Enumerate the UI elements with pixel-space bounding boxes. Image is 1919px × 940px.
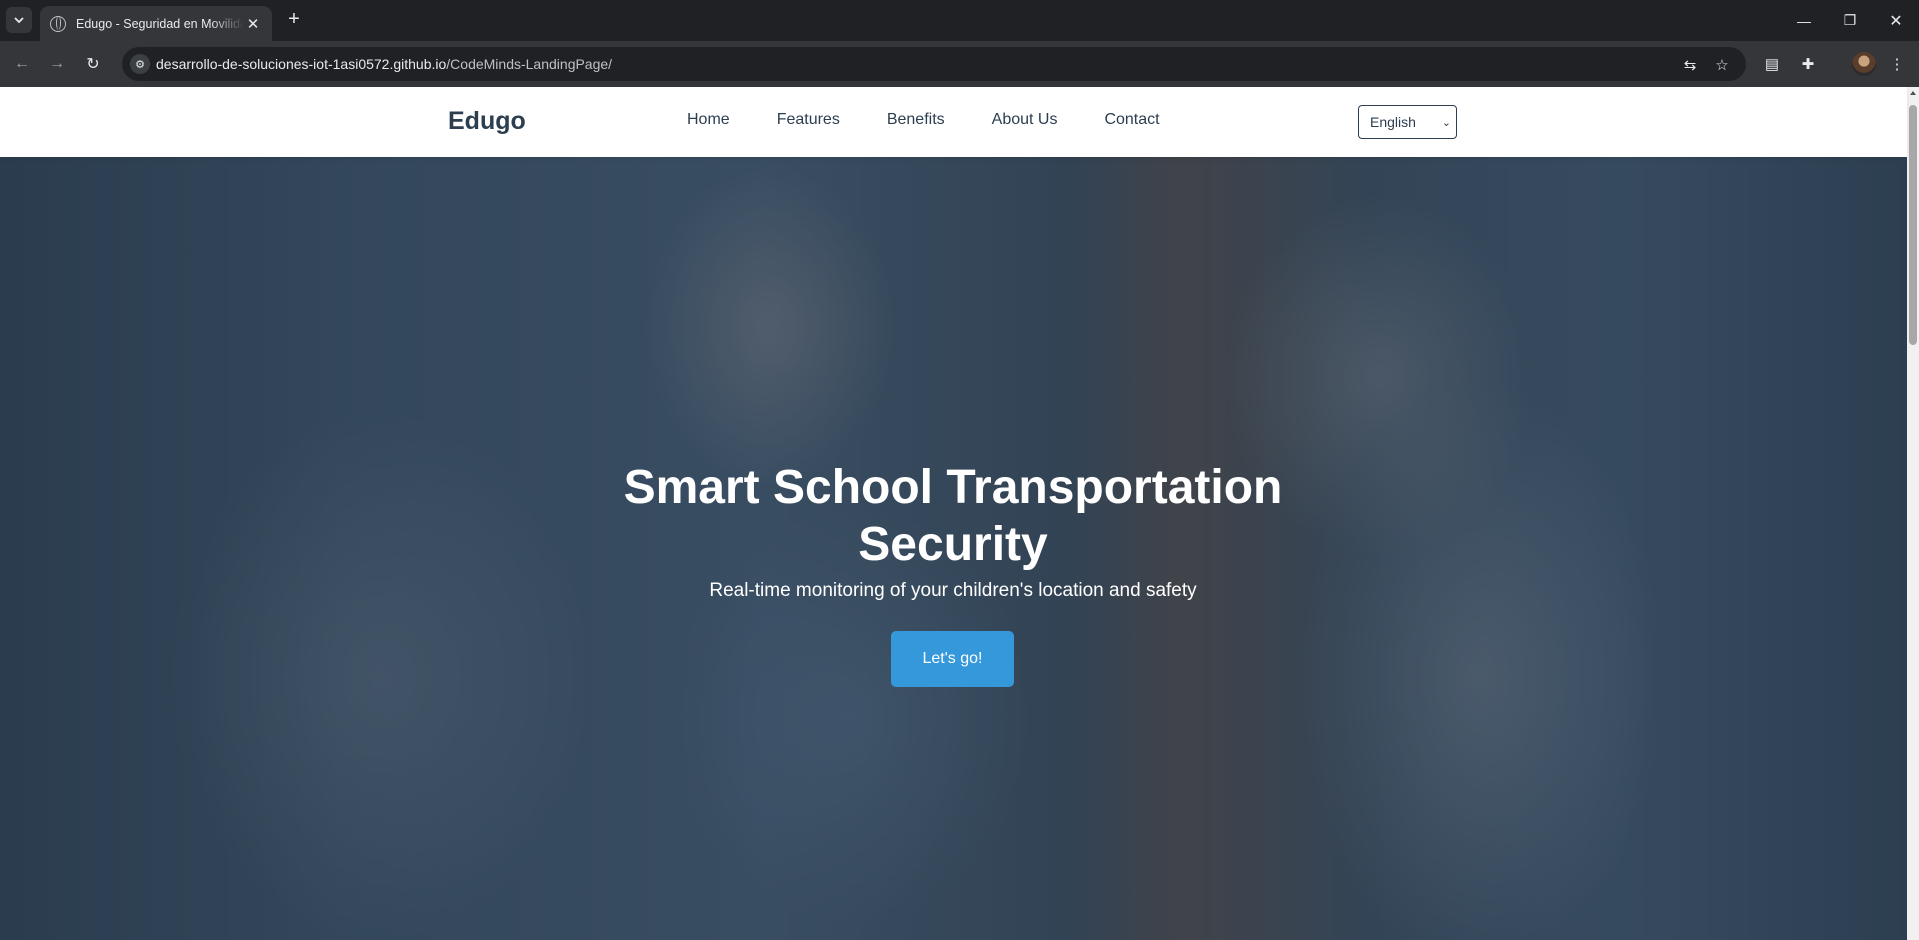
chevron-down-icon: ⌄ [1441, 117, 1451, 129]
nav-contact[interactable]: Contact [1104, 111, 1159, 129]
scroll-up-icon[interactable] [1910, 91, 1916, 95]
new-tab-icon[interactable]: + [282, 8, 306, 32]
menu-icon[interactable]: ⋮ [1886, 53, 1908, 75]
cta-button[interactable]: Let's go! [891, 631, 1014, 687]
site-logo[interactable]: Edugo [448, 107, 526, 136]
minimize-icon[interactable]: — [1781, 0, 1827, 41]
profile-avatar[interactable] [1852, 52, 1876, 76]
restore-icon[interactable]: ❐ [1827, 0, 1873, 41]
scrollbar-thumb[interactable] [1909, 105, 1917, 345]
nav-features[interactable]: Features [777, 111, 840, 129]
browser-toolbar: ← → ↻ ⚙ desarrollo-de-soluciones-iot-1as… [0, 41, 1919, 87]
translate-icon[interactable]: ⇆ [1680, 55, 1700, 75]
url-host: desarrollo-de-soluciones-iot-1asi0572.gi… [156, 56, 447, 72]
url-path: /CodeMinds-LandingPage/ [446, 56, 613, 72]
browser-tab[interactable]: Edugo - Seguridad en Movilidad ✕ [40, 6, 272, 41]
hero-title: Smart School Transportation Security [623, 461, 1283, 571]
page-viewport: Edugo Home Features Benefits About Us Co… [0, 87, 1919, 940]
extensions-icon[interactable]: ✚ [1797, 53, 1819, 75]
nav-benefits[interactable]: Benefits [887, 111, 945, 129]
tab-search-icon[interactable] [6, 7, 32, 33]
tab-title: Edugo - Seguridad en Movilidad [76, 16, 244, 31]
site-header: Edugo Home Features Benefits About Us Co… [0, 87, 1907, 157]
globe-icon [50, 15, 66, 32]
site-info-icon[interactable]: ⚙ [130, 54, 150, 74]
browser-tab-strip: Edugo - Seguridad en Movilidad ✕ + — ❐ ✕ [0, 0, 1919, 41]
forward-icon[interactable]: → [43, 50, 71, 78]
page-scrollbar[interactable] [1907, 87, 1919, 940]
nav-about-us[interactable]: About Us [992, 111, 1058, 129]
address-bar[interactable]: ⚙ desarrollo-de-soluciones-iot-1asi0572.… [122, 47, 1746, 81]
back-icon[interactable]: ← [8, 50, 36, 78]
hero-subtitle: Real-time monitoring of your children's … [709, 580, 1197, 601]
main-nav: Home Features Benefits About Us Contact [687, 111, 1207, 129]
close-tab-icon[interactable]: ✕ [244, 15, 262, 33]
language-select[interactable]: English ⌄ [1358, 105, 1457, 139]
language-selected-value: English [1370, 114, 1416, 130]
sidebar-icon[interactable]: ▤ [1761, 53, 1783, 75]
reload-icon[interactable]: ↻ [79, 50, 107, 78]
close-window-icon[interactable]: ✕ [1873, 0, 1919, 41]
bookmark-star-icon[interactable]: ☆ [1712, 55, 1732, 75]
nav-home[interactable]: Home [687, 111, 730, 129]
hero-section: Smart School Transportation Security Rea… [0, 157, 1907, 940]
